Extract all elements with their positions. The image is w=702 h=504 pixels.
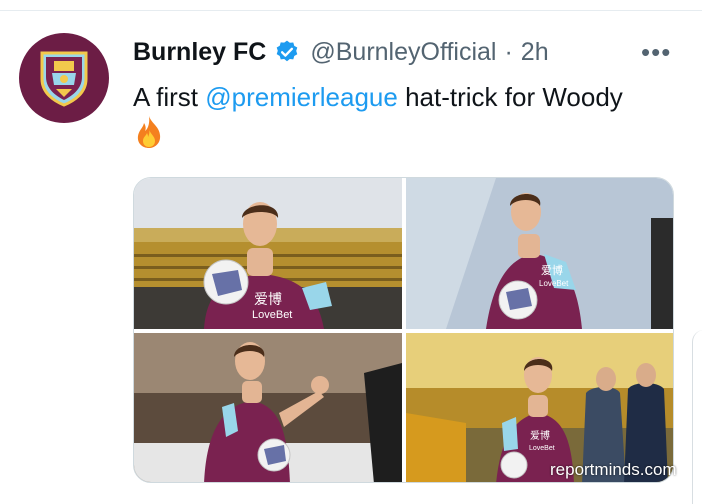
tweet-header: Burnley FC @BurnleyOfficial · 2h	[133, 36, 549, 68]
tweet-text: A first @premierleague hat-trick for Woo…	[133, 80, 673, 154]
more-options-icon[interactable]: •••	[641, 39, 671, 65]
photo-2[interactable]: 爱博 LoveBet	[406, 178, 673, 329]
mention-link[interactable]: @premierleague	[205, 82, 398, 112]
media-grid: 爱博 LoveBet 爱博 LoveBet 爱博 LoveBet	[133, 177, 674, 483]
photo-3[interactable]	[134, 333, 402, 482]
photo-1-image: 爱博 LoveBet	[134, 178, 402, 329]
photo-3-image	[134, 333, 402, 482]
top-divider	[0, 10, 702, 11]
photo-1-sponsor-text: 爱博	[254, 291, 282, 308]
timestamp[interactable]: 2h	[521, 38, 549, 67]
photo-2-sponsor-brand: LoveBet	[539, 279, 569, 288]
display-name[interactable]: Burnley FC	[133, 38, 266, 67]
burnley-crest-icon	[40, 51, 88, 107]
photo-1[interactable]: 爱博 LoveBet	[134, 178, 402, 329]
photo-1-sponsor-brand: LoveBet	[252, 309, 292, 321]
avatar[interactable]	[19, 33, 109, 123]
fire-emoji-icon	[137, 116, 161, 148]
watermark: reportminds.com	[550, 460, 677, 479]
side-panel-edge	[692, 330, 702, 504]
photo-4-sponsor-brand: LoveBet	[529, 445, 555, 452]
photo-2-image: 爱博 LoveBet	[406, 178, 673, 329]
tweet-text-end: hat-trick for Woody	[397, 82, 623, 112]
photo-4-sponsor-text: 爱博	[530, 429, 550, 442]
separator-dot: ·	[504, 37, 513, 66]
tweet-text-start: A first	[133, 82, 206, 112]
photo-2-sponsor-text: 爱博	[541, 264, 563, 277]
verified-badge-icon	[277, 40, 298, 62]
handle[interactable]: @BurnleyOfficial	[310, 38, 496, 67]
